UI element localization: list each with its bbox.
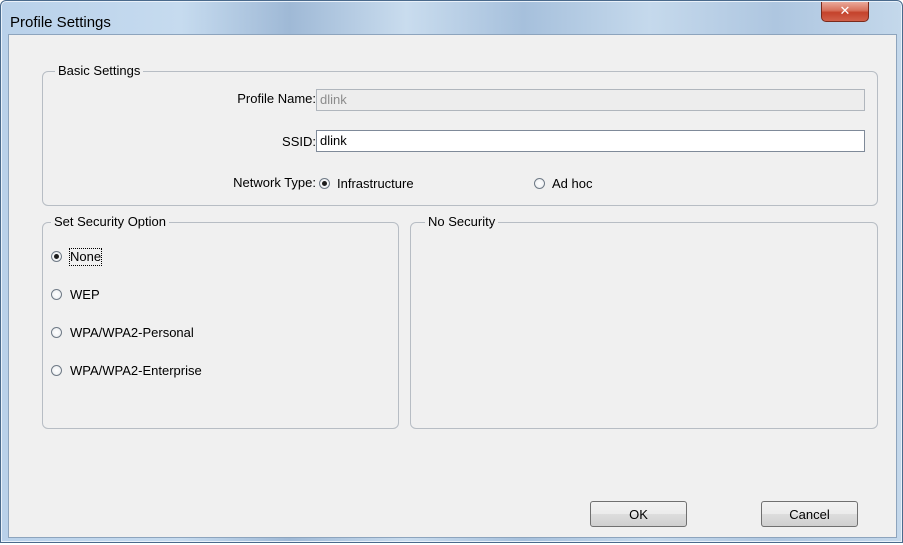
security-none-radio[interactable] — [51, 251, 62, 262]
adhoc-radio[interactable] — [534, 178, 545, 189]
infrastructure-label[interactable]: Infrastructure — [337, 176, 414, 192]
close-icon: ✕ — [839, 4, 851, 19]
security-wep-label[interactable]: WEP — [70, 287, 100, 303]
profile-settings-window: Profile Settings ✕ Basic Settings Profil… — [0, 0, 903, 543]
close-button[interactable]: ✕ — [821, 2, 869, 22]
network-type-label: Network Type: — [233, 175, 316, 190]
profile-name-label: Profile Name: — [237, 91, 316, 106]
security-detail-legend: No Security — [425, 214, 499, 230]
security-none-label[interactable]: None — [68, 248, 103, 266]
infrastructure-radio[interactable] — [319, 178, 330, 189]
dialog-body: Basic Settings Profile Name: dlink SSID:… — [8, 34, 897, 538]
security-option-legend: Set Security Option — [51, 214, 169, 230]
security-wpa-enterprise-radio[interactable] — [51, 365, 62, 376]
ssid-field[interactable]: dlink — [316, 130, 865, 152]
security-wpa-enterprise-label[interactable]: WPA/WPA2-Enterprise — [70, 363, 202, 379]
security-wep-radio[interactable] — [51, 289, 62, 300]
window-title: Profile Settings — [10, 14, 111, 31]
ok-button[interactable]: OK — [590, 501, 687, 527]
cancel-button[interactable]: Cancel — [761, 501, 858, 527]
security-detail-group: No Security — [410, 214, 878, 429]
ssid-label: SSID: — [282, 134, 316, 149]
profile-name-field[interactable]: dlink — [316, 89, 865, 111]
basic-settings-legend: Basic Settings — [55, 63, 144, 79]
adhoc-label[interactable]: Ad hoc — [552, 176, 592, 192]
title-bar[interactable]: Profile Settings ✕ — [1, 1, 902, 34]
security-wpa-personal-radio[interactable] — [51, 327, 62, 338]
security-wpa-personal-label[interactable]: WPA/WPA2-Personal — [70, 325, 194, 341]
